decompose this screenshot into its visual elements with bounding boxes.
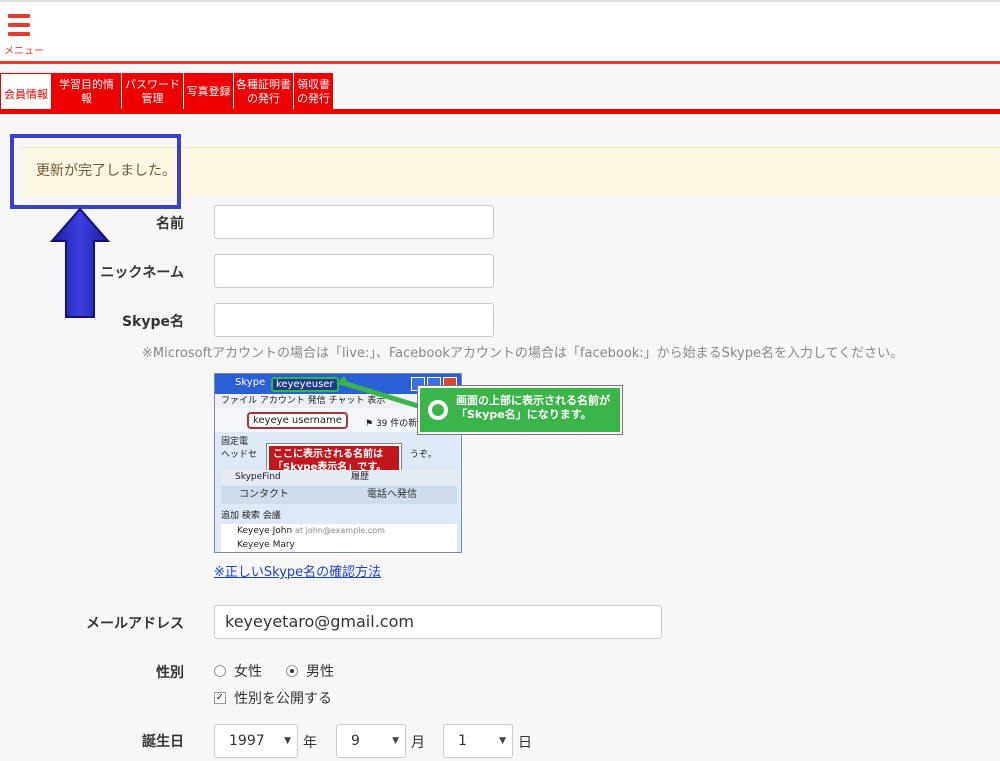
dropdown-caret-icon: ▼ — [499, 736, 506, 746]
tab-certificates[interactable]: 各種証明書 の発行 — [234, 73, 294, 109]
month-unit: 月 — [411, 735, 425, 751]
highlight-frame — [10, 134, 181, 209]
gender-public-checkbox[interactable]: ✓ — [214, 692, 226, 704]
gender-male-label: 男性 — [306, 664, 334, 680]
flag-icon: ⚑ 39 件の新... — [365, 419, 426, 429]
skype-title: Skype — [235, 377, 266, 388]
skype-username-top: keyeyeuser — [271, 377, 339, 392]
name-input[interactable] — [214, 205, 494, 239]
skype-label: Skype名 — [121, 314, 184, 330]
name-label: 名前 — [156, 216, 184, 232]
skype-hint: ※Microsoftアカウントの場合は「live:」、Facebookアカウント… — [142, 346, 904, 361]
gender-public-label: 性別を公開する — [234, 691, 332, 707]
gender-label: 性別 — [156, 665, 184, 681]
dropdown-caret-icon: ▼ — [284, 736, 291, 746]
menu-button[interactable]: メニュー — [4, 10, 46, 60]
skypefind-row: SkypeFind 履歴 — [221, 470, 457, 484]
skype-input[interactable] — [214, 303, 494, 337]
tab-underline — [0, 109, 1000, 114]
tab-bar: 会員情報 学習目的情報 パスワード 管理 写真登録 各種証明書 の発行 領収書 … — [0, 73, 1000, 113]
gender-male-radio[interactable] — [286, 665, 298, 677]
menu-label: メニュー — [4, 46, 44, 57]
nickname-label: ニックネーム — [100, 265, 184, 281]
tab-member-info[interactable]: 会員情報 — [0, 73, 52, 113]
tab-password[interactable]: パスワード 管理 — [122, 73, 184, 109]
skype-contact-tabs: コンタクト 電話へ発信 — [221, 486, 457, 504]
day-unit: 日 — [518, 735, 532, 751]
birth-day-select[interactable]: 1 ▼ — [443, 724, 513, 758]
birth-year-select[interactable]: 1997 ▼ — [214, 724, 298, 758]
circle-icon — [428, 400, 448, 420]
birthday-label: 誕生日 — [142, 734, 184, 750]
email-input[interactable]: keyeyetaro@gmail.com — [214, 605, 662, 639]
gender-female-label: 女性 — [234, 664, 262, 680]
skype-name-callout: 画面の上部に表示される名前が 「Skype名」になります。 — [417, 385, 623, 435]
skype-help-link[interactable]: ※正しいSkype名の確認方法 — [214, 561, 381, 580]
top-bar: メニュー — [0, 0, 1000, 64]
tab-receipts[interactable]: 領収書 の発行 — [294, 73, 334, 109]
skype-actions: 追加 検索 会議 — [221, 511, 281, 521]
gender-female-radio[interactable] — [214, 665, 226, 677]
dropdown-caret-icon: ▼ — [392, 736, 399, 746]
hamburger-icon — [8, 14, 30, 38]
email-label: メールアドレス — [86, 616, 184, 632]
skype-display-name: keyeye username — [247, 412, 348, 429]
nickname-input[interactable] — [214, 254, 494, 288]
skype-contact-list: Keyeye John at john@example.com Keyeye M… — [221, 524, 457, 552]
birth-month-select[interactable]: 9 ▼ — [336, 724, 406, 758]
year-unit: 年 — [303, 735, 317, 751]
green-arrow-icon — [336, 376, 419, 409]
tab-photo[interactable]: 写真登録 — [184, 73, 234, 109]
tab-learning-purpose[interactable]: 学習目的情報 — [52, 73, 122, 109]
